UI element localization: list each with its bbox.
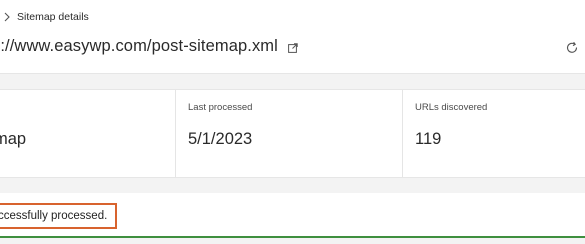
stat-type-value: map <box>0 130 27 148</box>
open-in-new-icon[interactable] <box>288 42 298 53</box>
stat-last-processed-label: Last processed <box>188 102 253 113</box>
stat-type: map <box>0 90 176 177</box>
status-bar: ccessfully processed. <box>0 193 585 238</box>
refresh-icon[interactable] <box>565 41 579 55</box>
sitemap-stats: map Last processed 5/1/2023 URLs discove… <box>0 89 585 178</box>
stat-last-processed-value: 5/1/2023 <box>188 130 253 148</box>
stat-urls-discovered-value: 119 <box>415 130 442 148</box>
sitemap-url: s://www.easywp.com/post-sitemap.xml <box>0 37 278 55</box>
status-highlight: ccessfully processed. <box>0 203 118 229</box>
breadcrumb: Sitemap details <box>0 9 89 25</box>
status-message: ccessfully processed. <box>0 210 108 222</box>
sitemap-details-page: Sitemap details s://www.easywp.com/post-… <box>0 0 585 244</box>
page-header: Sitemap details s://www.easywp.com/post-… <box>0 0 585 74</box>
breadcrumb-current: Sitemap details <box>17 11 89 23</box>
stat-last-processed: Last processed 5/1/2023 <box>176 90 403 177</box>
stat-urls-discovered-label: URLs discovered <box>415 102 488 113</box>
stat-urls-discovered: URLs discovered 119 <box>403 90 585 177</box>
sitemap-url-row: s://www.easywp.com/post-sitemap.xml <box>0 37 298 56</box>
chevron-right-icon <box>2 12 12 22</box>
